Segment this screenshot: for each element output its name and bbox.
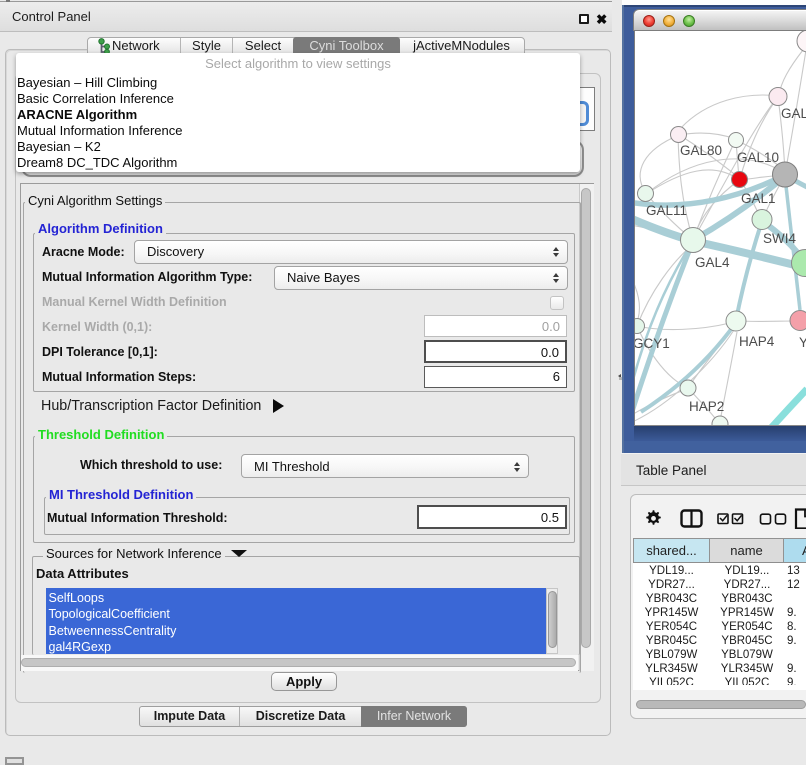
svg-text:SWI4: SWI4 bbox=[763, 231, 796, 246]
svg-text:GAL4: GAL4 bbox=[695, 255, 730, 270]
svg-text:YJ: YJ bbox=[799, 335, 806, 350]
svg-text:GAL7: GAL7 bbox=[781, 106, 806, 121]
svg-text:HAP4: HAP4 bbox=[739, 334, 775, 349]
svg-text:GAL11: GAL11 bbox=[646, 203, 687, 218]
svg-text:GAL10: GAL10 bbox=[737, 150, 779, 165]
svg-text:HAP2: HAP2 bbox=[689, 399, 724, 414]
svg-text:GAL1: GAL1 bbox=[741, 191, 776, 206]
svg-text:GAL80: GAL80 bbox=[680, 143, 722, 158]
svg-text:GCY1: GCY1 bbox=[634, 336, 670, 351]
